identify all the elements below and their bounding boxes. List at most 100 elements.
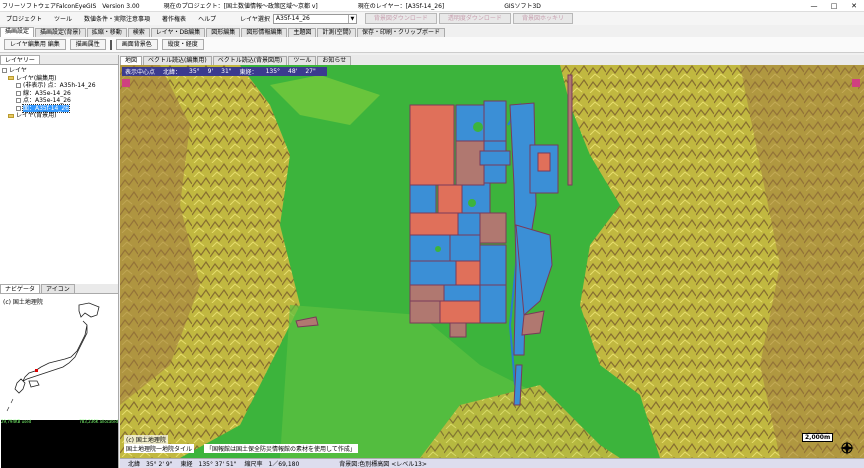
lon-deg-field[interactable]: 135° (266, 68, 280, 75)
menu-copyright[interactable]: 著作権表 (156, 14, 192, 23)
layer-tree: レイヤ レイヤ(編集用) (非表示) 点：A35h-14_26 線：A35e-1… (0, 65, 118, 289)
tree-node-root[interactable]: レイヤ (2, 67, 116, 75)
background-download-button[interactable]: 背景図ダウンロード (364, 13, 437, 24)
layer-select-value: A35f-14_26 (275, 14, 310, 22)
chevron-down-icon[interactable]: ▼ (347, 14, 356, 23)
close-button[interactable]: ✕ (844, 0, 864, 12)
tab-notices[interactable]: お知らせ (317, 56, 352, 65)
status-scale: 縮尺率 1／69,180 (244, 461, 300, 468)
lat-min-field[interactable]: 9' (208, 68, 213, 75)
layer-select[interactable]: A35f-14_26 ▼ (272, 13, 357, 24)
ribbon-toolbar: レイヤ編集用 編集 描画属性 画面背景色 縦度・経度 (0, 37, 864, 53)
layer-icon (16, 83, 21, 89)
collapse-icon[interactable] (2, 68, 7, 74)
memory-status: 29,794KB used 783,236K allocated (1, 420, 118, 468)
tab-navigator[interactable]: ナビゲータ (0, 284, 41, 293)
tab-layer-tree[interactable]: レイヤリー (0, 55, 40, 64)
tab-vector-edit[interactable]: ベクトル読込(編集用) (143, 56, 212, 65)
tree-node-label: レイヤ (9, 67, 27, 74)
status-background: 背景図:色別標高図 <レベル13> (339, 461, 427, 468)
lon-min-field[interactable]: 48' (288, 68, 297, 75)
tab-measure[interactable]: 計測(空間) (317, 28, 357, 37)
toolbar-separator (109, 39, 112, 50)
japan-outline-map (6, 302, 100, 412)
tree-node-label: 点：A35e-14_26 (23, 97, 71, 104)
memory-allocated: 783,236K allocated (79, 419, 118, 424)
vendor-title: GISソフト3D (504, 3, 541, 10)
map-canvas[interactable]: 表示中心点 北緯： 35° 9' 31" 東経： 135° 48' 27" (c… (120, 65, 864, 458)
lat-lon-button[interactable]: 縦度・経度 (161, 39, 204, 50)
tree-node-layer[interactable]: (非表示) 点：A35h-14_26 (2, 82, 116, 90)
background-color-button[interactable]: 画面背景色 (115, 39, 158, 50)
elevation-map (120, 65, 864, 458)
project-title: 現在のプロジェクト：[国土数値情報～政策区域～京都 v] (163, 3, 318, 10)
map-credit: (c) 国土地理院 (124, 435, 168, 444)
tab-search[interactable]: 検索 (127, 28, 150, 37)
tab-shape-info-edit[interactable]: 図形情報編集 (241, 28, 288, 37)
tab-layer-db-edit[interactable]: レイヤ・DB編集 (150, 28, 206, 37)
layer-icon (16, 98, 21, 104)
folder-icon (8, 113, 14, 118)
tab-icons[interactable]: アイコン (41, 284, 75, 293)
maximize-button[interactable]: □ (824, 0, 844, 12)
navigator-credit: (c) 国土地理院 (3, 299, 43, 306)
tree-node-label: レイヤ(背景用) (16, 112, 57, 119)
view-center-button[interactable]: 表示中心点 (125, 67, 155, 76)
lon-label: 東経： (239, 69, 258, 76)
map-status-bar: 北緯 35° 2' 9" 東経 135° 37' 51" 縮尺率 1／69,18… (120, 458, 864, 468)
tree-node-bg-layers[interactable]: レイヤ(背景用) (2, 112, 116, 120)
draw-attributes-button[interactable]: 描画属性 (69, 39, 106, 50)
tree-node-layer-selected[interactable]: 面：A35f-14_26 (2, 103, 116, 113)
compass-icon (840, 441, 854, 455)
tab-map-tools[interactable]: ツール (288, 56, 317, 65)
map-source-note: 「国報館は国土保全防災情報館の素材を使用して作成」 (204, 444, 358, 453)
folder-icon (8, 76, 14, 81)
tab-draw-settings[interactable]: 描画設定 (0, 27, 35, 37)
transparency-download-button[interactable]: 透明度ダウンロード (438, 13, 511, 24)
status-latitude: 北緯 35° 2' 9" (128, 461, 173, 468)
layer-panel-tabs: レイヤリー (0, 55, 118, 65)
tree-node-layer[interactable]: 線：A35e-14_26 (2, 90, 116, 98)
tree-node-label: 面：A35f-14_26 (22, 103, 70, 113)
background-clear-button[interactable]: 背景図ホッキリ (512, 13, 573, 24)
tab-save-print[interactable]: 保存・印刷・クリップボード (357, 28, 446, 37)
tree-node-label: 線：A35e-14_26 (23, 89, 71, 97)
memory-used: 29,794KB used (1, 419, 32, 424)
navigator-map[interactable]: (c) 国土地理院 (1, 295, 118, 419)
map-tabs: 地図 ベクトル読込(編集用) ベクトル読込(背景図用) ツール お知らせ (120, 55, 864, 65)
current-layer-title: 現在のレイヤー：[A35f-14_26] (357, 3, 445, 10)
menu-project[interactable]: プロジェクト (0, 14, 48, 23)
map-tile-credit: 国土地理院一地院タイル (124, 444, 195, 453)
window-titlebar: フリーソフトウェアFalconEyeGIS Version 3.00 現在のプロ… (0, 0, 864, 12)
main-tabs: 描画設定 描画設定(背景) 拡縮・移動 検索 レイヤ・DB編集 図形編集 図形情… (0, 27, 864, 37)
tab-shape-edit[interactable]: 図形編集 (206, 28, 241, 37)
lat-sec-field[interactable]: 31" (221, 68, 231, 75)
tab-vector-bg[interactable]: ベクトル読込(背景図用) (212, 56, 288, 65)
lon-sec-field[interactable]: 27" (305, 68, 315, 75)
tree-node-label: レイヤ(編集用) (16, 74, 57, 82)
layer-icon (16, 105, 21, 111)
scale-bar: 2,000m (802, 433, 834, 442)
minimize-button[interactable]: — (804, 0, 824, 12)
status-longitude: 東経 135° 37' 51" (180, 461, 237, 468)
tab-thematic-map[interactable]: 主題図 (288, 28, 317, 37)
tree-node-label: (非表示) 点：A35h-14_26 (23, 82, 96, 89)
tab-map[interactable]: 地図 (120, 56, 143, 65)
lat-label: 北緯： (163, 69, 182, 76)
menu-help[interactable]: ヘルプ (192, 14, 222, 23)
menu-tools[interactable]: ツール (48, 14, 78, 23)
layer-select-label: レイヤ選択 (240, 16, 270, 23)
layer-edit-button[interactable]: レイヤ編集用 編集 (4, 39, 66, 50)
map-area: 地図 ベクトル読込(編集用) ベクトル読込(背景図用) ツール お知らせ 表示中… (120, 55, 864, 468)
menu-bar: プロジェクト ツール 数値条件・実際注意事項 著作権表 ヘルプ レイヤ選択 A3… (0, 12, 864, 25)
tree-node-edit-layers[interactable]: レイヤ(編集用) (2, 75, 116, 83)
navigator-tabs: ナビゲータ アイコン (0, 284, 118, 294)
coordinate-toolbar: 表示中心点 北緯： 35° 9' 31" 東経： 135° 48' 27" (122, 67, 327, 76)
lat-deg-field[interactable]: 35° (189, 68, 200, 75)
current-view-marker (35, 369, 38, 372)
layer-icon (16, 90, 21, 96)
tab-zoom-move[interactable]: 拡縮・移動 (86, 28, 127, 37)
tree-node-layer[interactable]: 点：A35e-14_26 (2, 97, 116, 105)
tab-draw-settings-bg[interactable]: 描画設定(背景) (35, 28, 86, 37)
menu-conditions[interactable]: 数値条件・実際注意事項 (78, 14, 156, 23)
